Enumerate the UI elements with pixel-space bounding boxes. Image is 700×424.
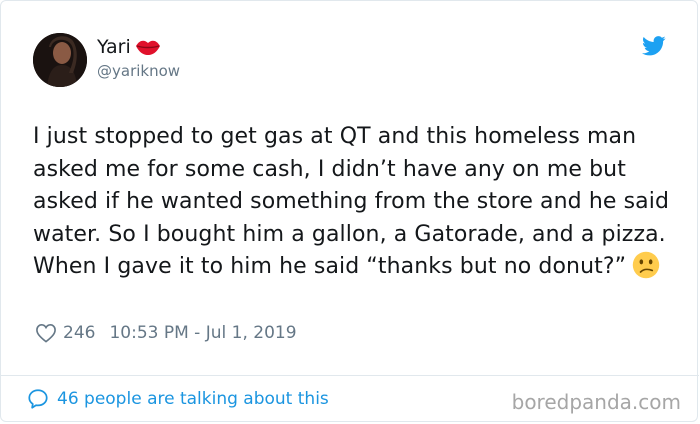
heart-outline-icon[interactable] — [35, 323, 57, 343]
watermark: boredpanda.com — [511, 390, 681, 414]
avatar-photo — [33, 33, 87, 87]
tweet-body: I just stopped to get gas at QT and this… — [33, 124, 670, 279]
speech-bubble-icon — [28, 389, 48, 409]
like-count[interactable]: 246 — [63, 323, 95, 343]
tweet-meta: 246 10:53 PM - Jul 1, 2019 — [35, 323, 297, 343]
conversation-link[interactable]: 46 people are talking about this — [27, 388, 329, 410]
display-name[interactable]: Yari — [97, 36, 131, 58]
user-name-row: Yari — [97, 36, 161, 58]
conversation-text: 46 people are talking about this — [57, 389, 329, 409]
avatar[interactable] — [33, 33, 87, 87]
divider — [1, 375, 699, 376]
user-handle[interactable]: @yariknow — [97, 62, 180, 80]
tweet-timestamp[interactable]: 10:53 PM - Jul 1, 2019 — [109, 323, 296, 343]
twitter-bird-icon[interactable] — [642, 36, 666, 56]
confused-face-icon — [632, 251, 660, 279]
tweet-card: Yari @yariknow I just stopped to get gas… — [0, 0, 699, 422]
tweet-text: I just stopped to get gas at QT and this… — [33, 121, 683, 284]
kiss-lips-icon — [135, 40, 160, 55]
